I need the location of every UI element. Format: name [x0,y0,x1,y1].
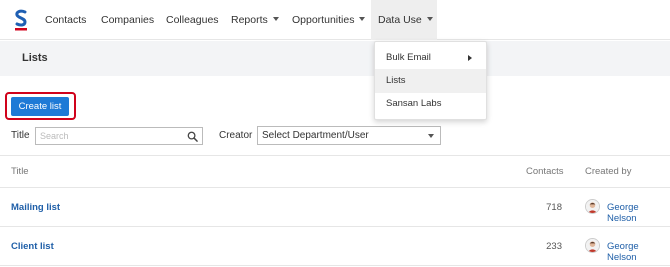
nav-colleagues[interactable]: Colleagues [166,0,219,40]
list-title-link[interactable]: Client list [11,241,54,252]
sansan-logo-icon[interactable] [14,9,28,31]
nav-companies-label: Companies [101,14,155,26]
top-navigation: Contacts Companies Colleagues Reports Op… [0,0,670,40]
search-input[interactable] [36,128,176,144]
nav-opportunities-label: Opportunities [292,14,355,26]
nav-opportunities[interactable]: Opportunities [292,0,366,40]
column-header-title[interactable]: Title [11,166,29,177]
chevron-right-icon [468,55,472,61]
chevron-down-icon [359,17,366,21]
menu-item-label: Lists [386,75,406,86]
nav-contacts[interactable]: Contacts [45,0,86,40]
chevron-down-icon [426,17,433,21]
avatar-icon [585,238,600,253]
creator-filter-label: Creator [219,130,253,141]
search-field[interactable] [35,127,203,145]
menu-item-lists[interactable]: Lists [375,69,486,93]
creator-link[interactable]: George Nelson [607,241,670,263]
search-icon[interactable] [187,131,198,142]
nav-reports[interactable]: Reports [231,0,279,40]
creator-link[interactable]: George Nelson [607,202,670,224]
table-divider [0,265,670,266]
data-use-dropdown-menu: Bulk Email Lists Sansan Labs [374,41,487,120]
table-divider [0,187,670,188]
create-list-button[interactable]: Create list [11,97,69,116]
nav-companies[interactable]: Companies [101,0,154,40]
menu-item-sansan-labs[interactable]: Sansan Labs [375,92,486,116]
avatar-icon [585,199,600,214]
table-divider [0,226,670,227]
chevron-down-icon [428,134,434,138]
page-header [0,41,670,76]
nav-colleagues-label: Colleagues [166,14,219,26]
creator-select[interactable]: Select Department/User [257,126,441,145]
contacts-count: 233 [546,241,562,252]
menu-item-label: Sansan Labs [386,98,442,109]
nav-reports-label: Reports [231,14,268,26]
table-divider [0,155,670,156]
nav-data-use-label: Data Use [378,14,422,26]
chevron-down-icon [272,17,279,21]
page-title: Lists [22,52,48,64]
column-header-created-by[interactable]: Created by [585,166,631,177]
nav-contacts-label: Contacts [45,14,87,26]
column-header-contacts[interactable]: Contacts [526,166,564,177]
menu-item-label: Bulk Email [386,52,431,63]
title-filter-label: Title [11,130,30,141]
nav-data-use[interactable]: Data Use [371,0,437,40]
menu-item-bulk-email[interactable]: Bulk Email [375,46,486,70]
creator-select-value: Select Department/User [262,130,369,141]
list-title-link[interactable]: Mailing list [11,202,60,213]
contacts-count: 718 [546,202,562,213]
